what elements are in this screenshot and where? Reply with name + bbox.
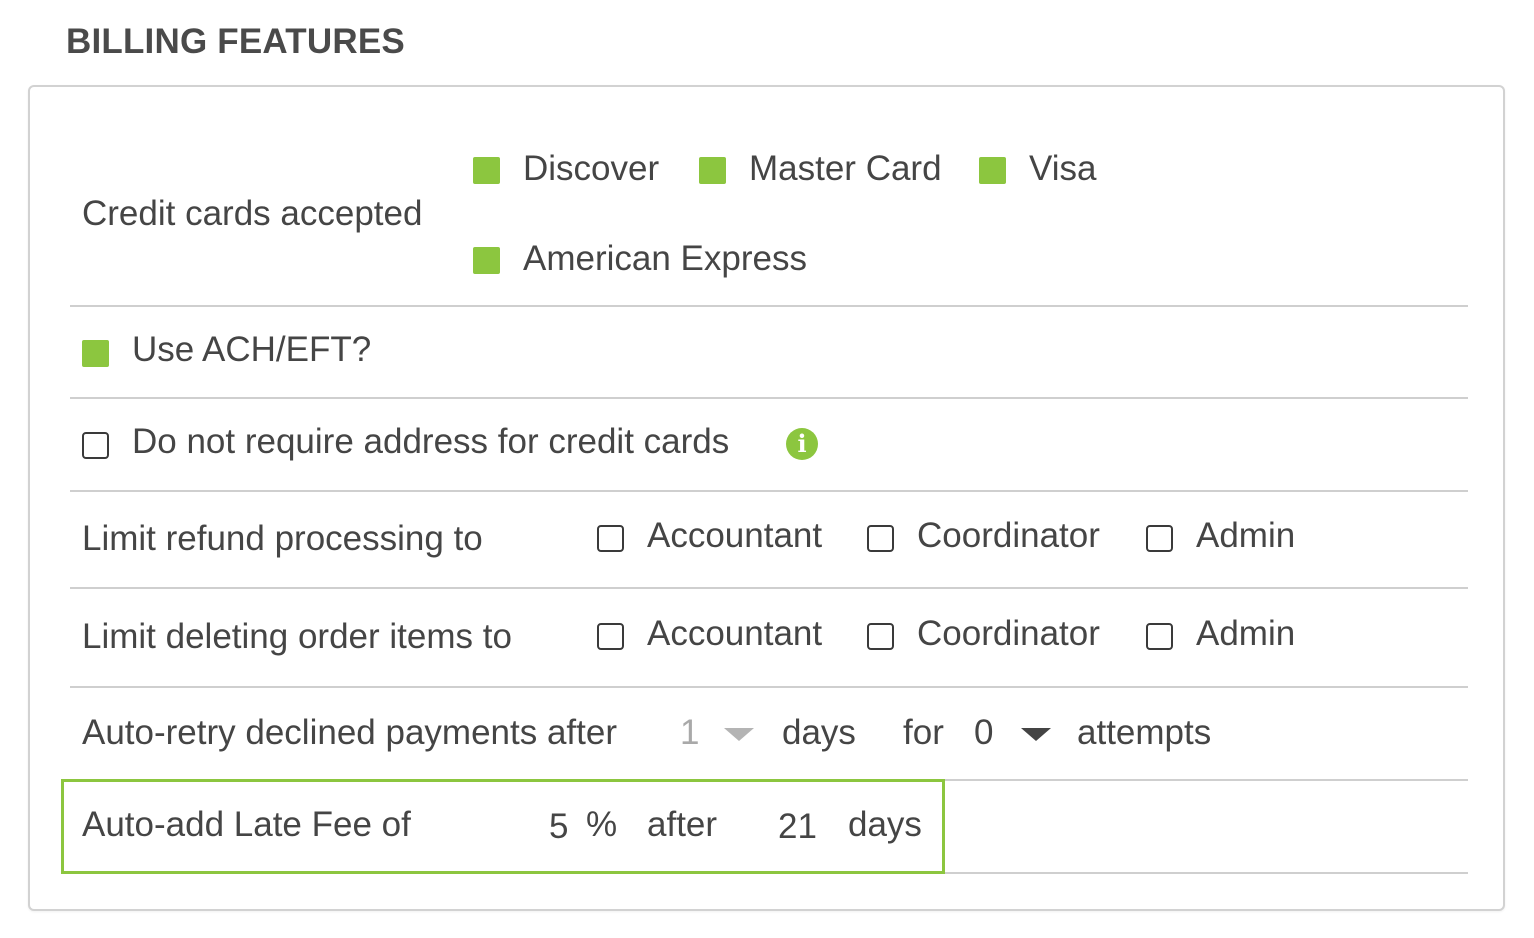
- refund-admin-checkbox[interactable]: [1146, 525, 1173, 552]
- discover-label[interactable]: Discover: [523, 149, 659, 189]
- delete-accountant-label[interactable]: Accountant: [647, 614, 822, 654]
- divider: [70, 397, 1468, 399]
- no-address-label[interactable]: Do not require address for credit cards: [132, 422, 729, 462]
- visa-checkbox[interactable]: [979, 157, 1006, 184]
- info-icon[interactable]: i: [786, 428, 818, 460]
- refund-admin-label[interactable]: Admin: [1196, 516, 1295, 556]
- delete-accountant-checkbox[interactable]: [597, 623, 624, 650]
- late-fee-highlight: [61, 779, 945, 874]
- amex-checkbox[interactable]: [473, 247, 500, 274]
- divider: [70, 490, 1468, 492]
- refund-limit-label: Limit refund processing to: [82, 519, 483, 558]
- amex-label[interactable]: American Express: [523, 239, 807, 279]
- visa-label[interactable]: Visa: [1029, 149, 1096, 189]
- divider: [70, 587, 1468, 589]
- retry-for-label: for: [903, 713, 944, 752]
- divider: [70, 305, 1468, 307]
- refund-coordinator-checkbox[interactable]: [867, 525, 894, 552]
- chevron-down-icon[interactable]: [1021, 728, 1051, 741]
- retry-days-select-value[interactable]: 1: [680, 713, 699, 753]
- auto-retry-label: Auto-retry declined payments after: [82, 713, 617, 752]
- billing-features-panel: Credit cards accepted Discover Master Ca…: [28, 85, 1505, 911]
- chevron-down-icon[interactable]: [724, 728, 754, 741]
- mastercard-label[interactable]: Master Card: [749, 149, 942, 189]
- refund-coordinator-label[interactable]: Coordinator: [917, 516, 1100, 556]
- section-title: BILLING FEATURES: [66, 22, 405, 61]
- delete-admin-label[interactable]: Admin: [1196, 614, 1295, 654]
- credit-cards-label: Credit cards accepted: [82, 194, 423, 233]
- retry-attempts-label: attempts: [1077, 713, 1212, 752]
- retry-attempts-select-value[interactable]: 0: [974, 713, 993, 753]
- delete-admin-checkbox[interactable]: [1146, 623, 1173, 650]
- delete-coordinator-checkbox[interactable]: [867, 623, 894, 650]
- ach-checkbox[interactable]: [82, 340, 109, 367]
- delete-coordinator-label[interactable]: Coordinator: [917, 614, 1100, 654]
- retry-days-label: days: [782, 713, 856, 752]
- refund-accountant-checkbox[interactable]: [597, 525, 624, 552]
- delete-limit-label: Limit deleting order items to: [82, 617, 512, 656]
- no-address-checkbox[interactable]: [82, 432, 109, 459]
- refund-accountant-label[interactable]: Accountant: [647, 516, 822, 556]
- mastercard-checkbox[interactable]: [699, 157, 726, 184]
- divider: [70, 686, 1468, 688]
- discover-checkbox[interactable]: [473, 157, 500, 184]
- ach-label[interactable]: Use ACH/EFT?: [132, 330, 371, 370]
